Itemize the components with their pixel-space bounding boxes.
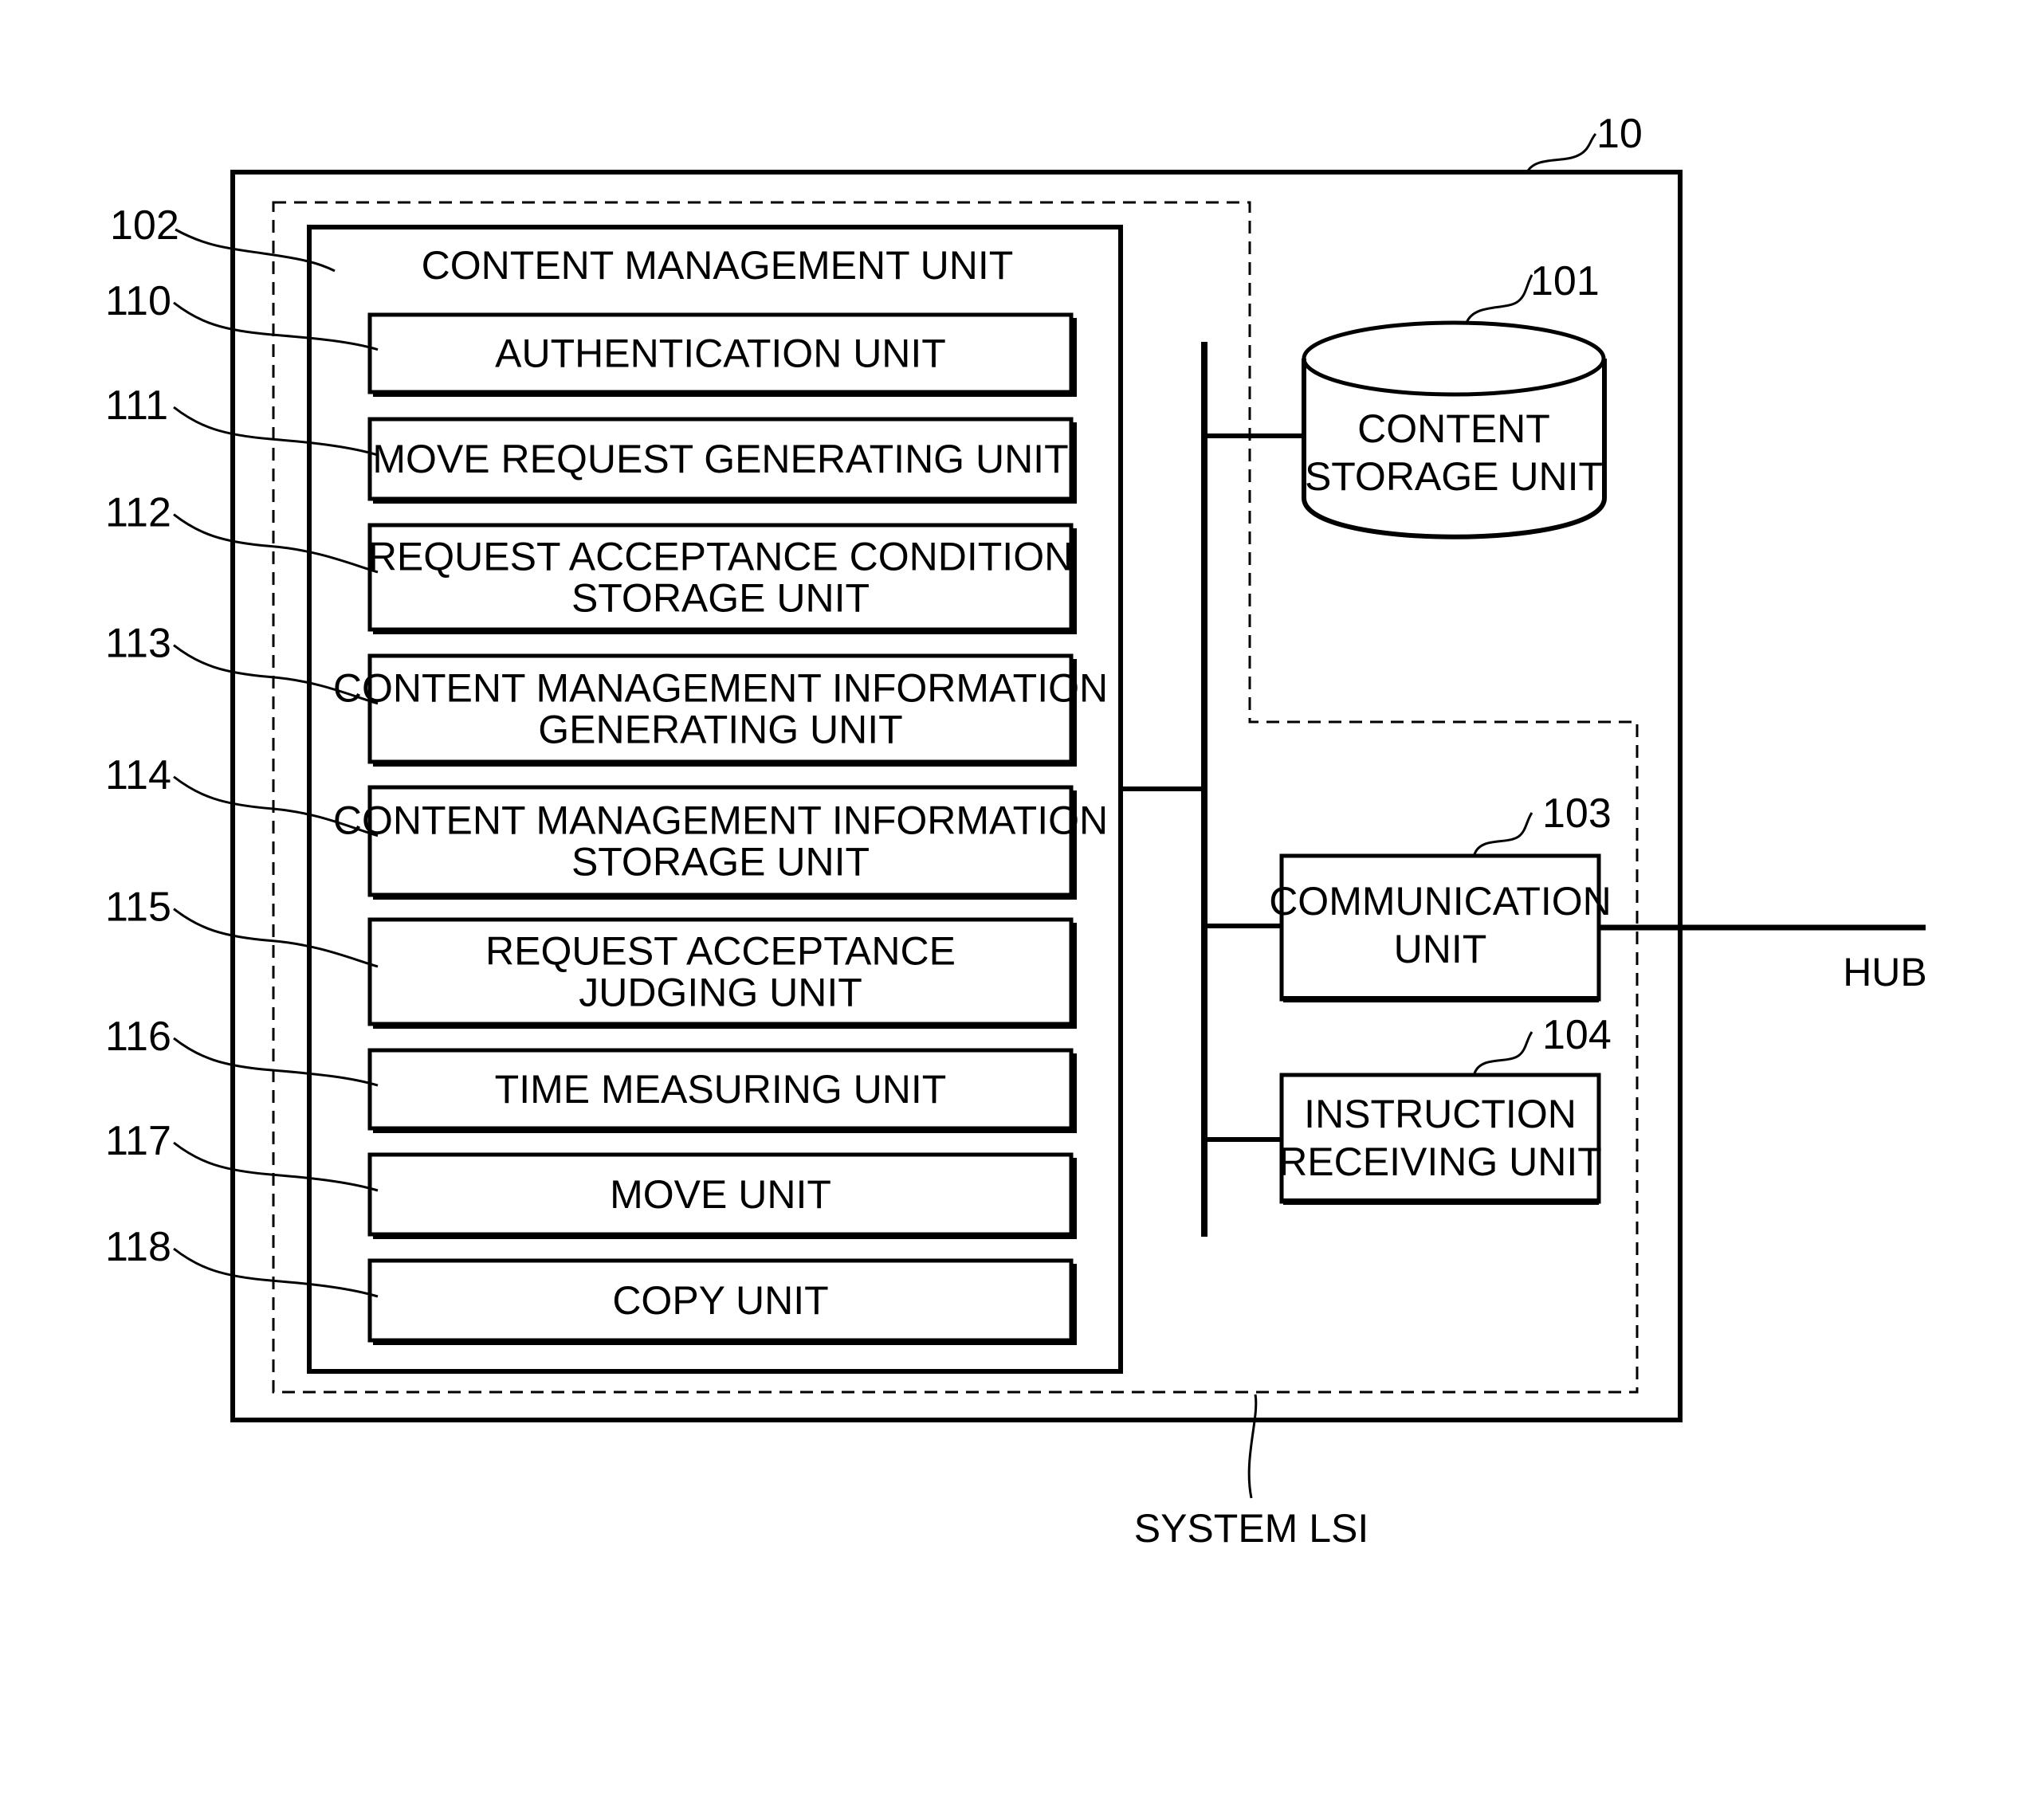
sub-unit-label-line: REQUEST ACCEPTANCE (485, 929, 956, 974)
sub-unit-118: COPY UNIT 118 (105, 1224, 1077, 1345)
sub-unit-leader (173, 513, 379, 574)
sub-unit-label-line: GENERATING UNIT (538, 708, 902, 752)
sub-unit-label-line: CONTENT MANAGEMENT INFORMATION (333, 666, 1108, 711)
sub-unit-leader (173, 908, 379, 968)
system-lsi-label: SYSTEM LSI (1134, 1506, 1369, 1551)
block-diagram: 10 SYSTEM LSI CONTENT MANAGEMENT UNIT 10… (105, 111, 1927, 1551)
sub-unit-ref: 110 (105, 278, 171, 324)
sub-unit-leader (173, 1247, 379, 1298)
content-storage-unit-line-2: STORAGE UNIT (1305, 454, 1603, 499)
system-lsi-boundary (272, 201, 1639, 1394)
communication-unit-line-1: COMMUNICATION (1269, 879, 1612, 924)
sub-unit-label-line: JUDGING UNIT (579, 971, 862, 1015)
sub-unit-113: CONTENT MANAGEMENT INFORMATIONGENERATING… (105, 621, 1108, 767)
sub-unit-leader (173, 1141, 379, 1192)
communication-unit-leader (1473, 812, 1533, 855)
sub-unit-label-line: TIME MEASURING UNIT (495, 1067, 947, 1112)
cylinder-top (1302, 320, 1606, 397)
instruction-receiving-unit-line-1: INSTRUCTION (1304, 1092, 1577, 1136)
sub-unit-list: AUTHENTICATION UNIT 110 MOVE REQUEST GENER… (105, 278, 1108, 1345)
content-storage-unit-leader (1465, 274, 1533, 324)
content-management-unit-title: CONTENT MANAGEMENT UNIT (422, 243, 1014, 288)
sub-unit-ref: 111 (105, 382, 168, 429)
sub-unit-ref: 114 (105, 752, 171, 798)
device-ref-leader (1525, 132, 1597, 175)
sub-unit-111: MOVE REQUEST GENERATING UNIT 111 (105, 382, 1077, 504)
sub-unit-114: CONTENT MANAGEMENT INFORMATIONSTORAGE UN… (105, 752, 1108, 900)
instruction-receiving-unit-leader (1473, 1031, 1533, 1074)
sub-unit-ref: 113 (105, 621, 171, 667)
sub-unit-110: AUTHENTICATION UNIT 110 (105, 278, 1077, 397)
content-storage-unit-line-1: CONTENT (1357, 406, 1550, 451)
sub-unit-ref: 115 (105, 885, 171, 931)
sub-unit-label-line: REQUEST ACCEPTANCE CONDITION (368, 535, 1073, 579)
sub-unit-117: MOVE UNIT 117 (105, 1118, 1077, 1239)
sub-unit-label-line: STORAGE UNIT (571, 576, 870, 621)
sub-unit-ref: 118 (105, 1224, 171, 1270)
content-storage-unit: CONTENT STORAGE UNIT (1302, 320, 1607, 539)
sub-unit-leader (173, 301, 379, 351)
sub-unit-label-line: COPY UNIT (612, 1278, 828, 1323)
communication-unit-line-2: UNIT (1394, 927, 1487, 971)
sub-unit-ref: 116 (105, 1014, 171, 1060)
hub-label: HUB (1843, 950, 1927, 994)
sub-unit-116: TIME MEASURING UNIT 116 (105, 1014, 1077, 1133)
sub-unit-leader (173, 406, 379, 457)
sub-unit-112: REQUEST ACCEPTANCE CONDITIONSTORAGE UNIT… (105, 490, 1077, 634)
content-management-unit-ref: 102 (110, 202, 179, 249)
content-storage-unit-ref: 101 (1530, 258, 1600, 304)
communication-unit-ref: 103 (1542, 790, 1612, 837)
instruction-receiving-unit-line-2: RECEIVING UNIT (1278, 1139, 1602, 1184)
system-lsi-leader (1247, 1394, 1258, 1499)
sub-unit-leader (173, 1037, 379, 1087)
instruction-receiving-unit-ref: 104 (1542, 1012, 1612, 1058)
device-ref: 10 (1596, 111, 1643, 157)
sub-unit-ref: 112 (105, 490, 171, 536)
sub-unit-label-line: MOVE REQUEST GENERATING UNIT (372, 437, 1068, 481)
sub-unit-label-line: AUTHENTICATION UNIT (495, 331, 946, 376)
sub-unit-label-line: CONTENT MANAGEMENT INFORMATION (333, 798, 1108, 843)
sub-unit-ref: 117 (105, 1118, 171, 1164)
sub-unit-115: REQUEST ACCEPTANCEJUDGING UNIT 115 (105, 885, 1077, 1029)
sub-unit-label-line: STORAGE UNIT (571, 840, 870, 885)
sub-unit-label-line: MOVE UNIT (610, 1172, 831, 1217)
